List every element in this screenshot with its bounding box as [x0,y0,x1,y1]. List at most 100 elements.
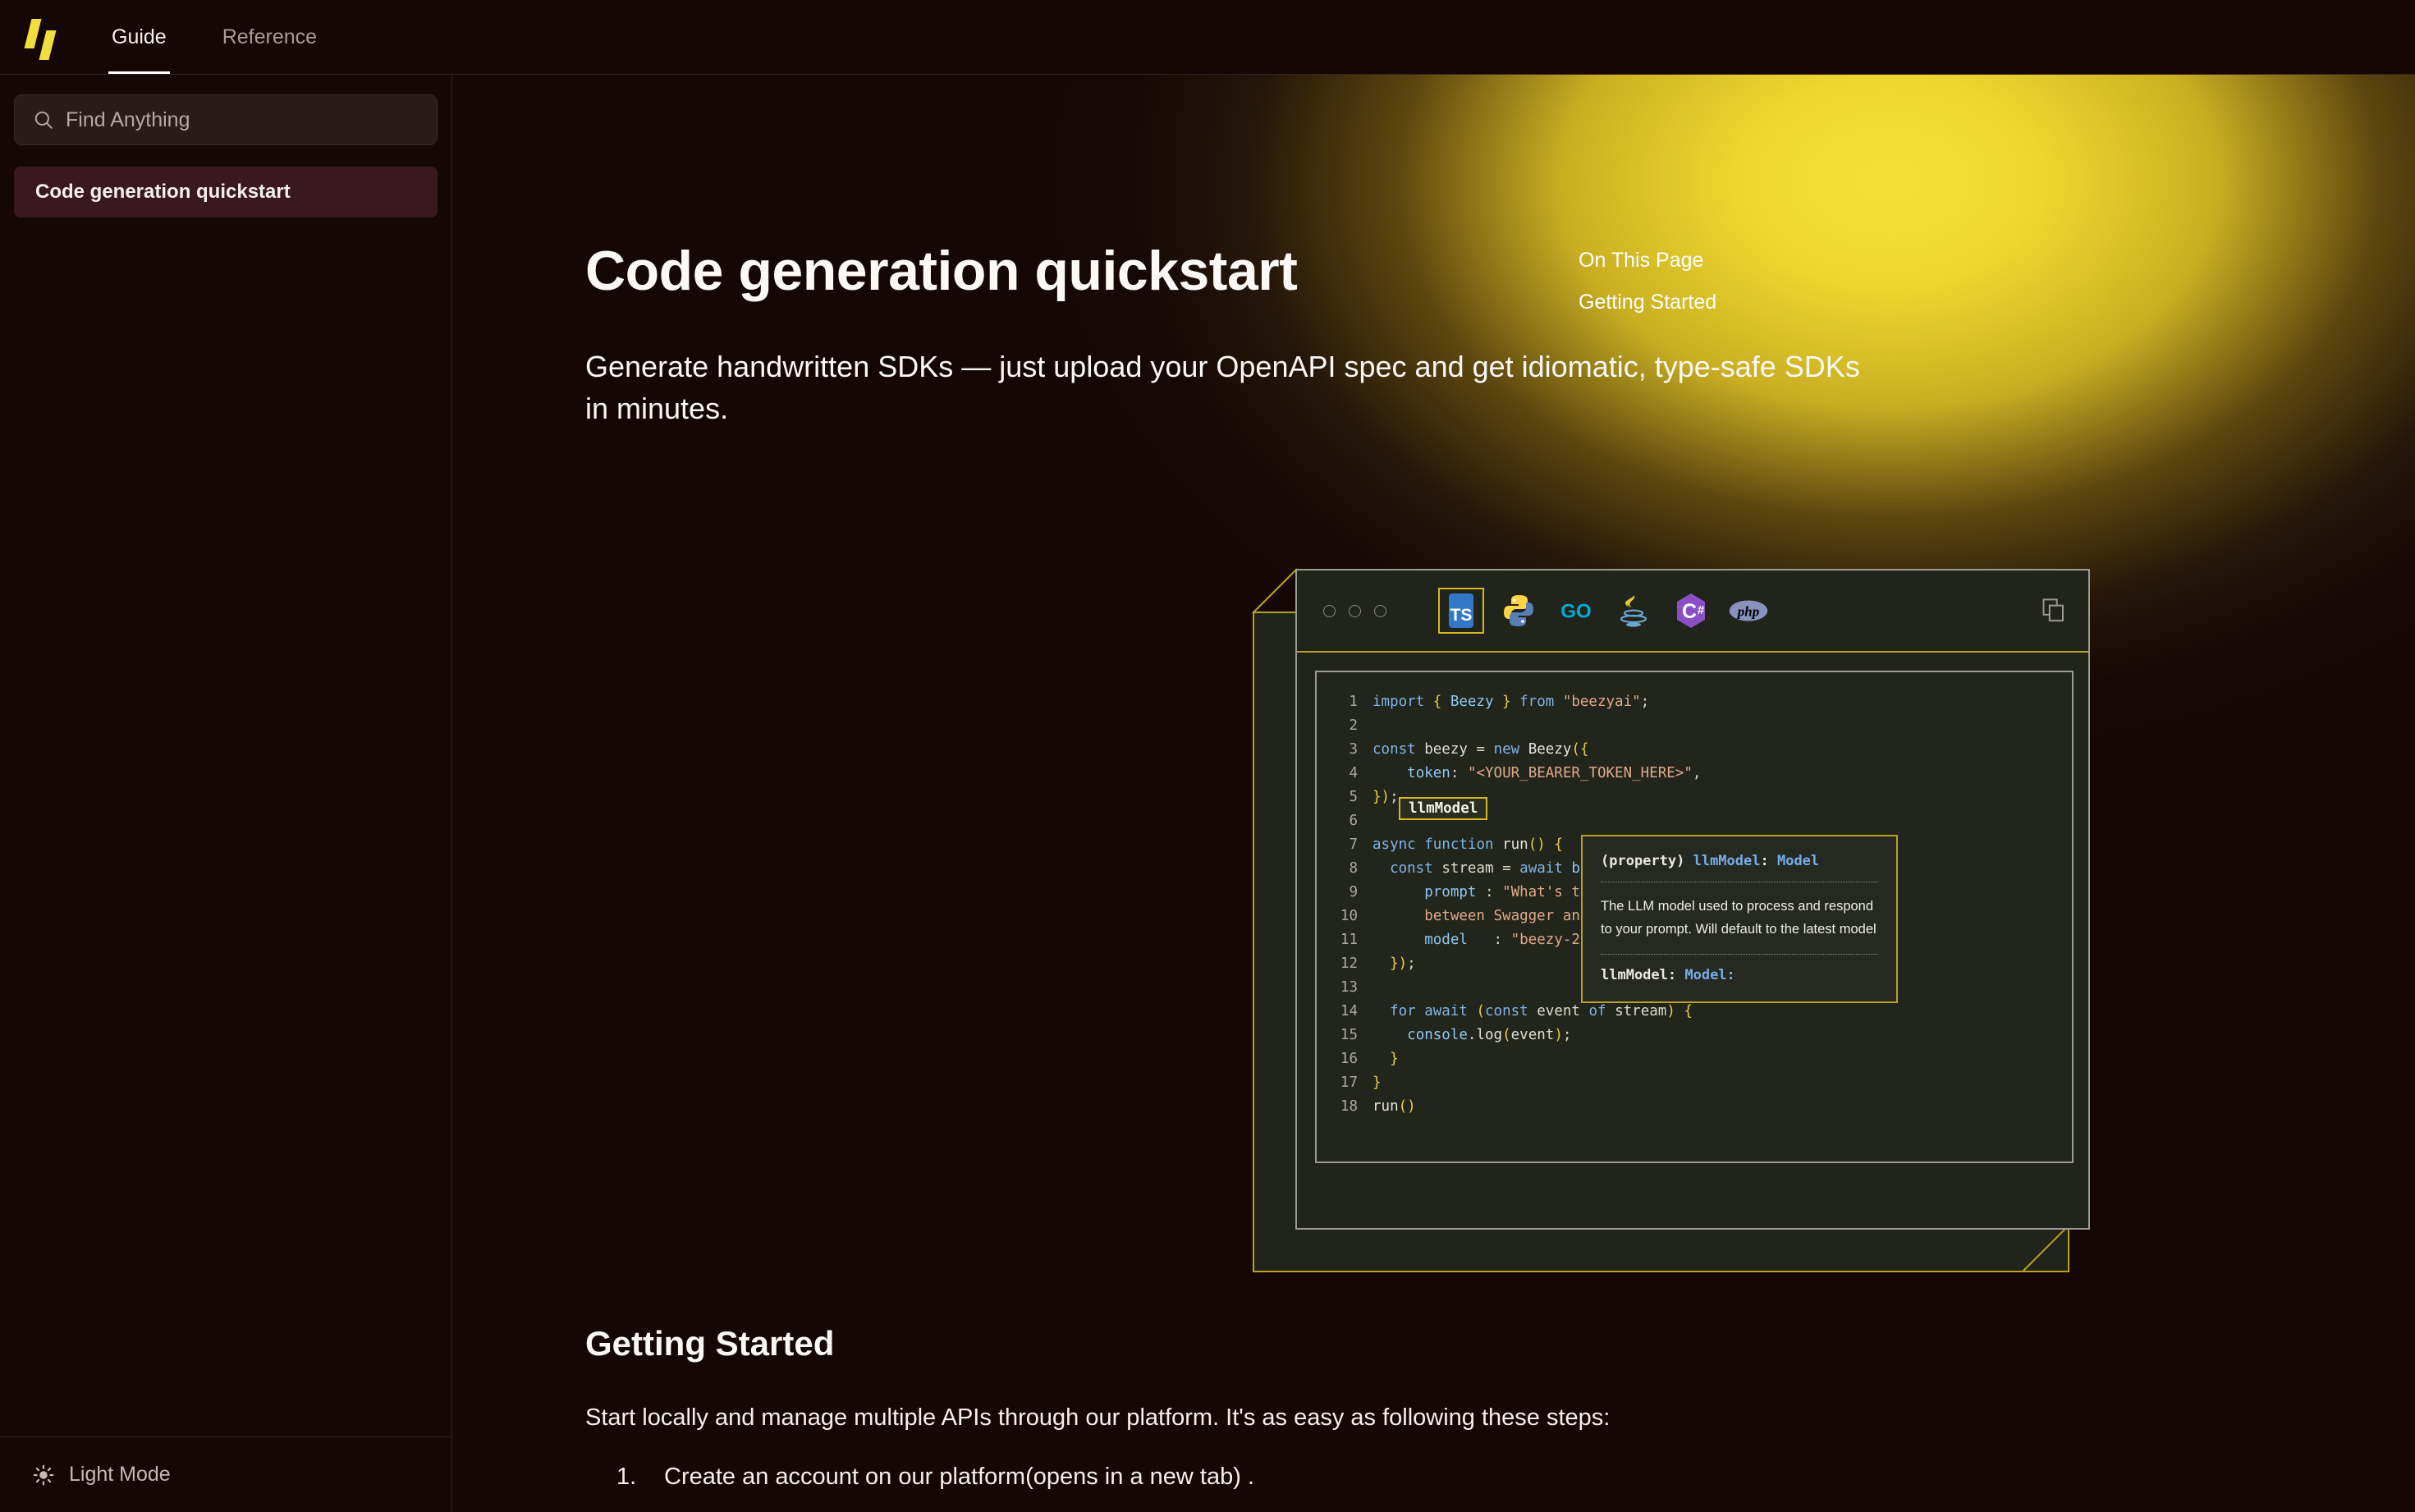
list-item: 1. Create an account on our platform(ope… [616,1464,2012,1491]
copy-icon[interactable] [2042,598,2065,623]
line-number: 14 [1340,1003,1358,1019]
window-dots [1323,604,1386,617]
step-number: 1. [616,1464,637,1490]
sidebar-item-code-generation-quickstart[interactable]: Code generation quickstart [14,167,438,218]
logo-bar-2 [39,30,57,60]
search-icon [34,111,53,129]
line-number: 3 [1349,741,1358,758]
step-text[interactable]: Create an account on our platform(opens … [664,1464,1254,1491]
go-icon: GO [1560,601,1591,623]
code-window: TS GO C # php 1 import {Beezy} from "b… [1295,569,2090,1230]
line-code: console.log(event); [1407,1027,1572,1043]
svg-text:#: # [1698,603,1705,617]
light-mode-toggle[interactable]: Light Mode [0,1436,451,1512]
line-code: const beezy = new Beezy({ [1372,741,1589,758]
code-line: 14 for await (const event of stream) { [1317,1000,2072,1024]
llm-model-highlight-chip[interactable]: llmModel [1399,797,1488,820]
getting-started-heading: Getting Started [585,1324,835,1363]
sidebar-nav: Code generation quickstart [14,167,438,218]
window-dot-2 [1349,604,1361,617]
tooltip-divider-2 [1601,953,1878,955]
java-icon [1620,595,1647,627]
line-code: } [1390,1051,1399,1067]
top-navigation-bar: Guide Reference [0,0,2415,74]
code-demo-graphic: TS GO C # php 1 import {Beezy} from "b… [1252,568,2090,1291]
logo-bar-1 [24,19,42,48]
tooltip-signature-prefix: (property) [1601,853,1693,869]
property-tooltip: (property) llmModel: Model The LLM model… [1581,835,1898,1003]
tooltip-footer-type: Model: [1684,966,1735,983]
svg-text:GO: GO [1560,601,1591,623]
line-number: 6 [1349,813,1358,829]
getting-started-intro: Start locally and manage multiple APIs t… [585,1404,1611,1431]
line-number: 11 [1340,932,1358,948]
line-number: 5 [1349,789,1358,805]
typescript-icon: TS [1449,593,1473,628]
lang-tab-go[interactable]: GO [1553,588,1599,634]
lang-tab-java[interactable] [1611,588,1657,634]
light-mode-label: Light Mode [69,1463,171,1486]
tab-guide[interactable]: Guide [108,0,170,74]
frame-corner-top-left-icon [1252,568,1298,614]
svg-text:TS: TS [1450,606,1473,625]
line-number: 16 [1340,1051,1358,1067]
page-title: Code generation quickstart [585,240,1298,302]
on-this-page-panel: On This Page Getting Started [1579,249,1716,314]
code-line: 1 import { Beezy } from "beezyai"; [1317,690,2072,714]
code-line: 2 [1317,714,2072,738]
speakeasy-logo-icon[interactable] [18,16,64,60]
tooltip-signature-colon: : [1760,853,1777,869]
line-code: import { Beezy } from "beezyai"; [1372,694,1650,710]
language-tabs: TS GO C # php [1438,588,1771,634]
line-number: 2 [1349,717,1358,734]
on-this-page-title: On This Page [1579,249,1704,272]
lang-tab-php[interactable]: php [1725,588,1771,634]
page-subtitle: Generate handwritten SDKs — just upload … [585,350,1860,426]
lang-tab-csharp[interactable]: C # [1668,588,1714,634]
code-line: 3 const beezy = new Beezy({ [1317,738,2072,762]
line-number: 8 [1349,860,1358,877]
code-line: 17} [1317,1071,2072,1095]
line-number: 12 [1340,955,1358,972]
line-number: 13 [1340,979,1358,996]
csharp-icon: C # [1677,593,1705,628]
getting-started-steps: 1. Create an account on our platform(ope… [616,1464,2012,1512]
lang-tab-python[interactable] [1496,588,1542,634]
python-icon [1504,595,1533,626]
line-code: run() [1372,1098,1416,1115]
tooltip-footer-name: llmModel: [1601,966,1685,983]
frame-corner-bottom-right-icon [2023,1226,2069,1271]
code-line: 15 console.log(event); [1317,1024,2072,1047]
search-input[interactable]: Find Anything [14,94,438,145]
code-line: 18 run() [1317,1095,2072,1119]
on-this-page-link-getting-started[interactable]: Getting Started [1579,291,1716,314]
tooltip-footer: llmModel: Model: [1601,967,1878,983]
code-editor-panel[interactable]: 1 import { Beezy } from "beezyai"; 2 3 con… [1315,671,2074,1163]
svg-text:C: C [1682,600,1697,623]
line-number: 15 [1340,1027,1358,1043]
line-number: 10 [1340,908,1358,924]
search-placeholder: Find Anything [66,108,190,131]
tooltip-description: The LLM model used to process and respon… [1601,899,1877,937]
line-number: 18 [1340,1098,1358,1115]
window-dot-3 [1374,604,1386,617]
tab-reference[interactable]: Reference [219,0,320,74]
sun-icon [33,1464,54,1485]
code-window-header: TS GO C # php [1297,570,2088,653]
tooltip-signature-name: llmModel [1693,853,1761,869]
line-number: 7 [1349,836,1358,853]
code-line: 4 token: "<YOUR_BEARER_TOKEN_HERE>", [1317,762,2072,786]
svg-text:php: php [1736,603,1759,619]
php-icon: php [1729,600,1768,621]
sidebar-item-label: Code generation quickstart [35,181,291,203]
line-code: for await (const event of stream) { [1390,1003,1693,1019]
line-number: 17 [1340,1074,1358,1091]
line-code: token: "<YOUR_BEARER_TOKEN_HERE>", [1407,765,1702,781]
line-number: 1 [1349,694,1358,710]
line-code: } [1372,1074,1382,1091]
main-content: Code generation quickstart Generate hand… [452,74,2415,1512]
tooltip-signature: (property) llmModel: Model [1601,853,1878,869]
lang-tab-typescript[interactable]: TS [1438,588,1484,634]
line-number: 4 [1349,765,1358,781]
code-line: 16 } [1317,1047,2072,1071]
